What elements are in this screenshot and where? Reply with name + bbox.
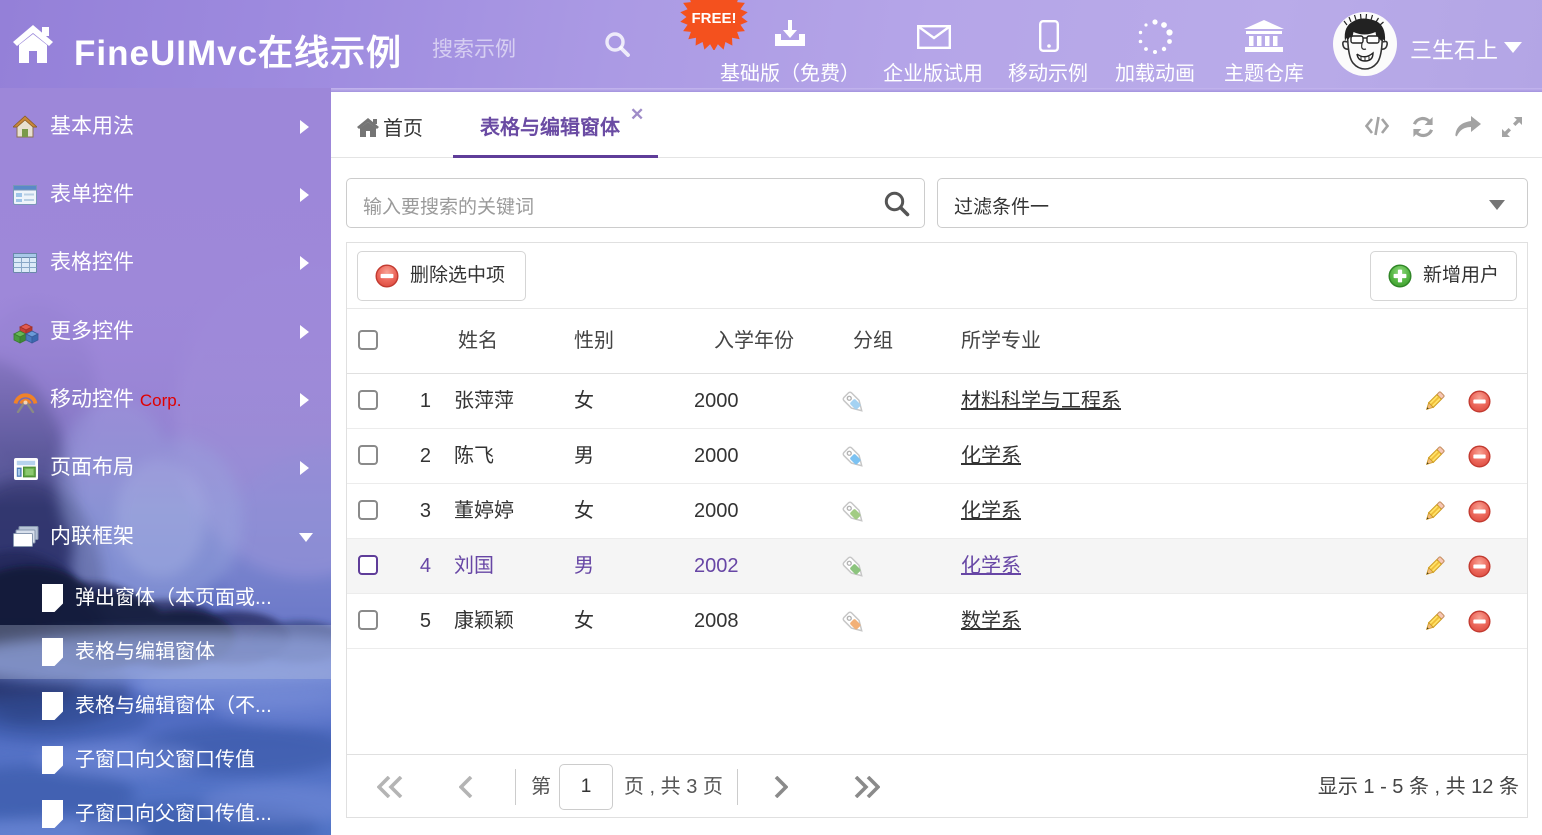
svg-text:FREE!: FREE! [692, 10, 737, 27]
